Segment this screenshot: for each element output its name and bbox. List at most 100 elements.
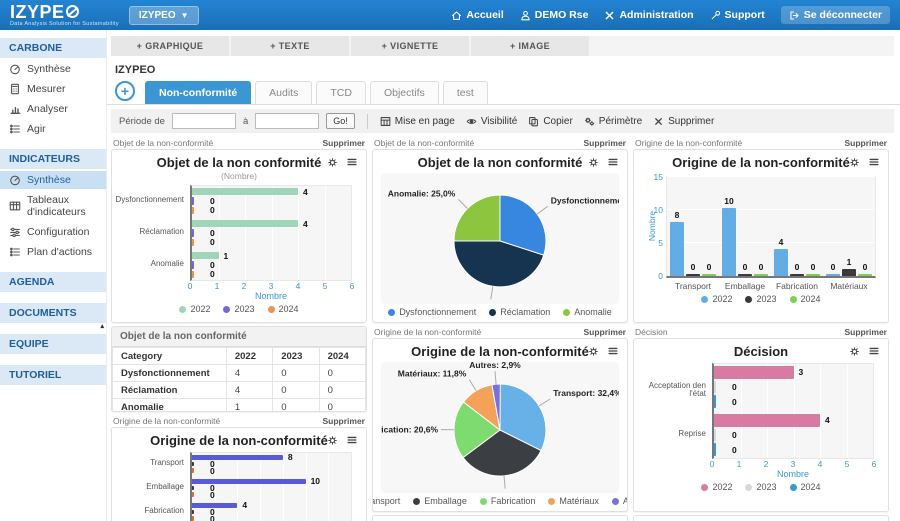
delete-panel-link[interactable]: Supprimer xyxy=(583,138,626,148)
delete-panel-link[interactable]: Supprimer xyxy=(844,327,887,337)
bar[interactable] xyxy=(192,485,194,491)
action-visibilit-[interactable]: Visibilité xyxy=(466,116,517,127)
bar[interactable] xyxy=(702,274,716,276)
delete-panel-link[interactable]: Supprimer xyxy=(322,138,365,148)
action-copier[interactable]: Copier xyxy=(528,116,573,127)
legend-item[interactable]: Anomalie xyxy=(563,307,612,317)
topnav-item-support[interactable]: Support xyxy=(710,9,765,21)
sidebar-section-header[interactable]: TUTORIEL xyxy=(0,365,106,385)
chart-menu-button[interactable] xyxy=(607,156,619,168)
legend-item[interactable]: Transport xyxy=(373,496,400,506)
bar[interactable] xyxy=(192,188,298,196)
bar[interactable] xyxy=(192,455,283,460)
legend-item[interactable]: 2022 xyxy=(701,294,732,304)
bar[interactable] xyxy=(192,270,194,278)
bar[interactable] xyxy=(714,414,820,427)
legend-item[interactable]: 2022 xyxy=(179,304,210,314)
chart-menu-button[interactable] xyxy=(346,156,358,168)
action-supprimer[interactable]: Supprimer xyxy=(653,116,714,127)
bar[interactable] xyxy=(714,428,716,442)
bar[interactable] xyxy=(686,274,700,276)
add-tab-button[interactable]: + xyxy=(115,81,135,101)
bar[interactable] xyxy=(192,261,194,269)
chart-menu-button[interactable] xyxy=(868,345,880,357)
bar[interactable] xyxy=(192,229,194,237)
legend-item[interactable]: 2024 xyxy=(789,482,821,492)
bar[interactable] xyxy=(858,274,872,276)
bar[interactable] xyxy=(192,252,219,260)
chart-settings-button[interactable] xyxy=(588,156,599,168)
sidebar-section-header[interactable]: EQUIPE xyxy=(0,334,106,354)
legend-item[interactable]: 2023 xyxy=(745,482,777,492)
action-p-rim-tre[interactable]: Périmètre xyxy=(584,116,642,127)
sidebar-item-analyser[interactable]: Analyser xyxy=(0,100,106,118)
legend-item[interactable]: 2023 xyxy=(223,304,255,314)
bar[interactable] xyxy=(714,380,716,394)
tab-tcd[interactable]: TCD xyxy=(316,81,366,104)
legend-item[interactable]: Réclamation xyxy=(489,307,550,317)
bar[interactable] xyxy=(774,248,788,276)
action-mise-en-page[interactable]: Mise en page xyxy=(380,116,455,127)
delete-panel-link[interactable]: Supprimer xyxy=(844,138,887,148)
legend-item[interactable]: Dysfonctionnement xyxy=(388,307,476,317)
workspace-dropdown-button[interactable]: IZYPEO ▼ xyxy=(128,5,199,25)
legend-item[interactable]: Emballage xyxy=(413,496,467,506)
bar[interactable] xyxy=(714,395,716,408)
chart-settings-button[interactable] xyxy=(327,156,338,168)
bar[interactable] xyxy=(192,197,194,205)
add-item-image-button[interactable]: + IMAGE xyxy=(471,36,589,56)
tab-test[interactable]: test xyxy=(442,81,488,104)
chart-menu-button[interactable] xyxy=(868,156,880,168)
legend-item[interactable]: Matériaux xyxy=(548,496,599,506)
bar[interactable] xyxy=(192,220,298,228)
bar[interactable] xyxy=(714,366,794,379)
chart-settings-button[interactable] xyxy=(327,434,338,446)
bar[interactable] xyxy=(790,274,804,276)
legend-item[interactable]: 2022 xyxy=(701,482,732,492)
sidebar-section-header[interactable]: INDICATEURS xyxy=(0,149,106,169)
tab-audits[interactable]: Audits xyxy=(255,81,313,104)
topnav-item-administration[interactable]: Administration xyxy=(604,9,694,21)
legend-item[interactable]: Autres xyxy=(611,496,627,506)
bar[interactable] xyxy=(192,468,194,473)
sidebar-item-tableaux-d-indicateurs[interactable]: Tableaux d'indicateurs xyxy=(0,191,106,221)
add-item-vignette-button[interactable]: + VIGNETTE xyxy=(351,36,469,56)
sidebar-item-mesurer[interactable]: Mesurer xyxy=(0,80,106,98)
sidebar-section-header[interactable]: CARBONE xyxy=(0,38,106,58)
date-from-input[interactable] xyxy=(171,113,236,129)
legend-item[interactable]: 2024 xyxy=(789,294,821,304)
bar[interactable] xyxy=(670,221,684,276)
add-item-graphique-button[interactable]: + GRAPHIQUE xyxy=(111,36,229,56)
legend-item[interactable]: Fabrication xyxy=(479,496,535,506)
tab-objectifs[interactable]: Objectifs xyxy=(369,81,439,104)
chart-settings-button[interactable] xyxy=(588,345,599,357)
bar[interactable] xyxy=(192,509,194,515)
sidebar-item-plan-d-actions[interactable]: Plan d'actions xyxy=(0,243,106,261)
tab-non-conformit-[interactable]: Non-conformité xyxy=(145,81,252,104)
sidebar-item-synth-se[interactable]: Synthèse xyxy=(0,60,106,78)
topnav-item-demo-rse[interactable]: DEMO Rse xyxy=(520,9,588,21)
bar[interactable] xyxy=(714,443,716,456)
bar[interactable] xyxy=(192,206,194,214)
bar[interactable] xyxy=(754,274,768,276)
chart-settings-button[interactable] xyxy=(849,345,860,357)
bar[interactable] xyxy=(192,492,194,497)
add-item-texte-button[interactable]: + TEXTE xyxy=(231,36,349,56)
legend-item[interactable]: 2024 xyxy=(267,304,299,314)
bar[interactable] xyxy=(826,274,840,276)
bar[interactable] xyxy=(192,238,194,246)
sidebar-item-agir[interactable]: Agir xyxy=(0,120,106,138)
date-to-input[interactable] xyxy=(255,113,320,129)
chart-settings-button[interactable] xyxy=(849,156,860,168)
chart-menu-button[interactable] xyxy=(607,345,619,357)
delete-panel-link[interactable]: Supprimer xyxy=(322,416,365,426)
sidebar-section-header[interactable]: AGENDA xyxy=(0,272,106,292)
bar[interactable] xyxy=(806,274,820,276)
topnav-item-se-d-connecter[interactable]: Se déconnecter xyxy=(780,6,890,24)
sidebar-section-header[interactable]: DOCUMENTS ▴ xyxy=(0,303,106,330)
sidebar-item-configuration[interactable]: Configuration xyxy=(0,223,106,241)
bar[interactable] xyxy=(192,461,194,467)
bar[interactable] xyxy=(738,274,752,276)
bar[interactable] xyxy=(722,208,736,276)
bar[interactable] xyxy=(842,269,856,276)
